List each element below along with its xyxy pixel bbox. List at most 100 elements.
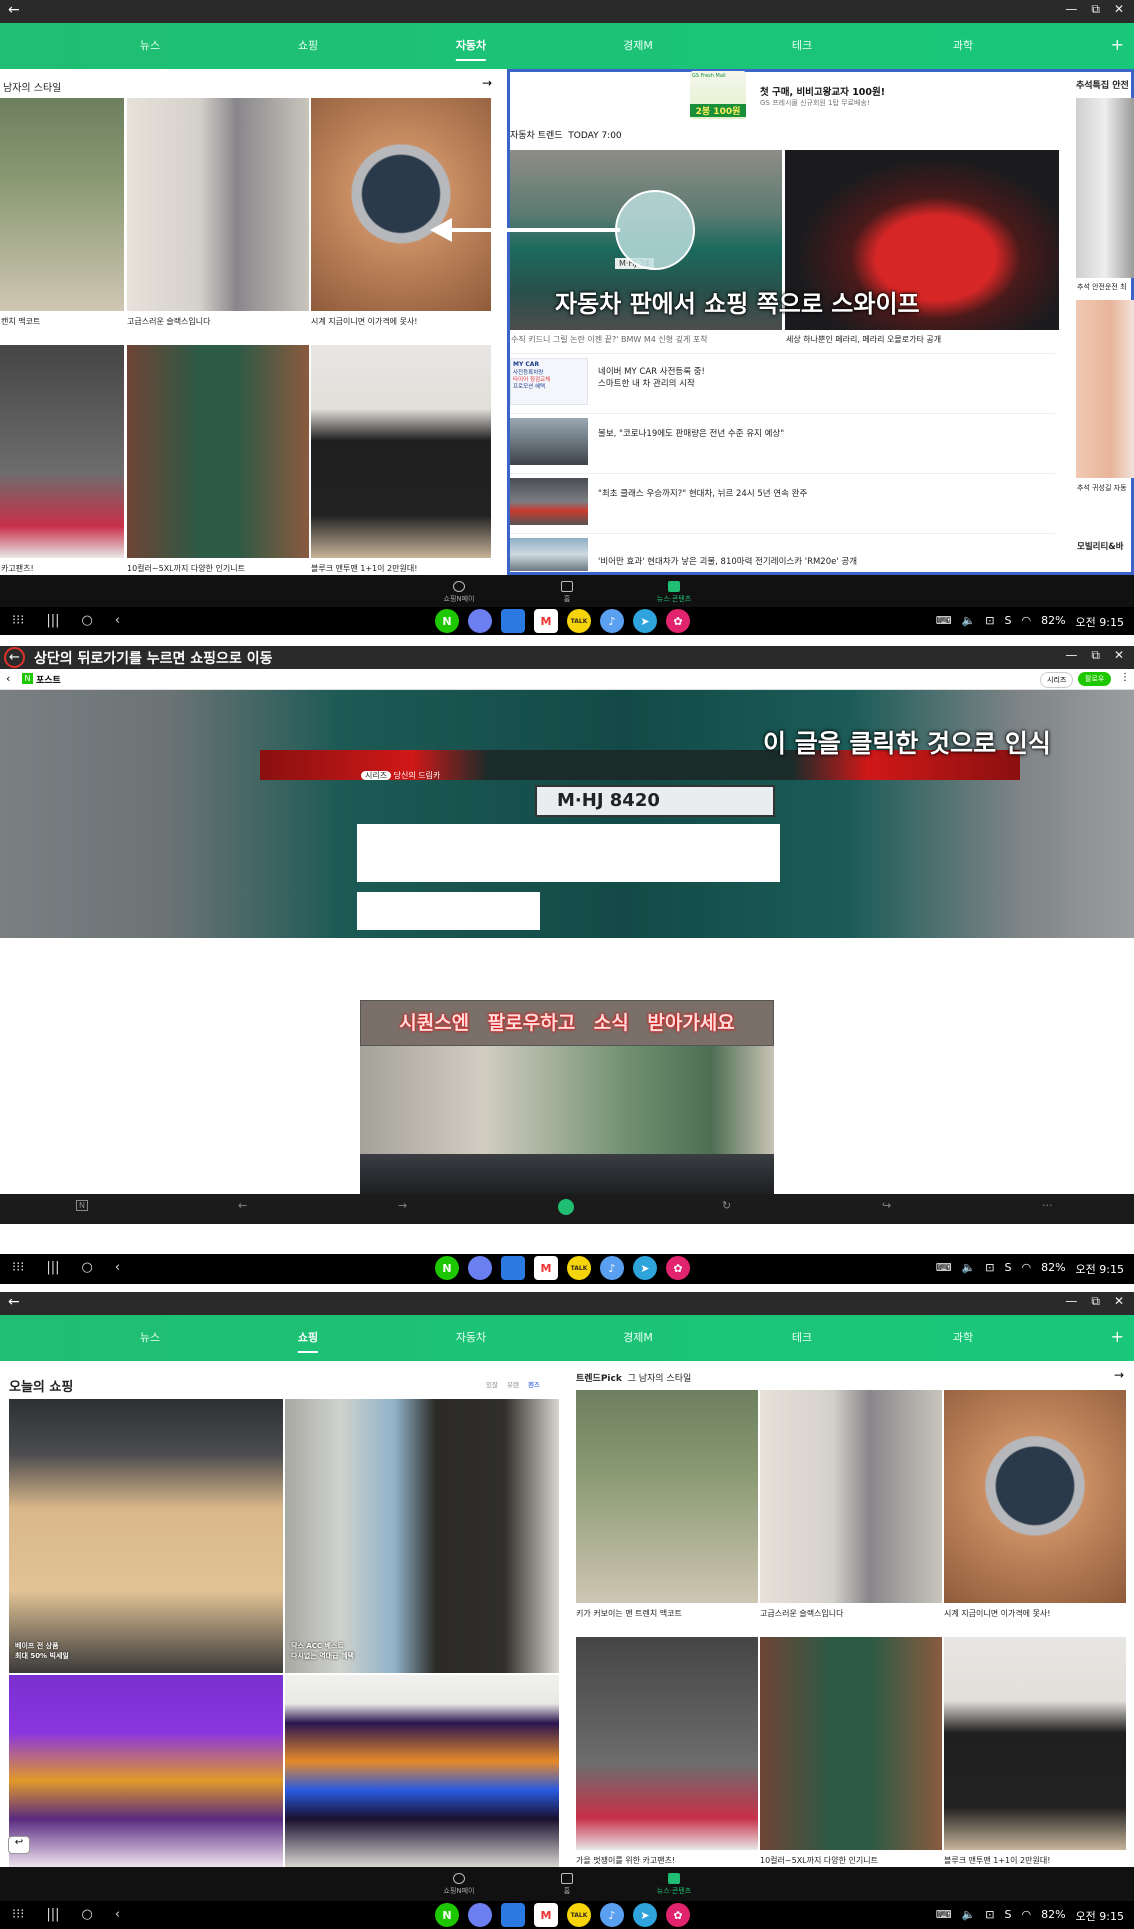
filter-tab[interactable]: 유텐 (507, 1379, 519, 1389)
gmail-app-icon[interactable]: M (534, 1256, 558, 1280)
back-icon[interactable]: ‹ (115, 613, 120, 628)
product-image[interactable] (944, 1637, 1126, 1850)
keyboard-icon[interactable]: ⌨ (936, 614, 952, 630)
post-image-street[interactable] (360, 1046, 774, 1194)
right-section[interactable]: 모빌리티&바 (1077, 540, 1133, 552)
music-app-icon[interactable]: ♪ (600, 1256, 624, 1280)
back-arrow-icon[interactable]: ← (8, 2, 20, 18)
apps-grid-icon[interactable]: ⁝⁝⁝ (12, 1907, 24, 1922)
product-caption[interactable]: 시계 지금이니면 이가격에 못사! (944, 1608, 1124, 1619)
gmail-app-icon[interactable]: M (534, 609, 558, 633)
outlook-app-icon[interactable] (501, 1256, 525, 1280)
lang-indicator[interactable]: S (1005, 614, 1012, 630)
minimize-icon[interactable]: — (1065, 2, 1077, 17)
telegram-app-icon[interactable]: ➤ (633, 1256, 657, 1280)
lang-indicator[interactable]: S (1005, 1908, 1012, 1924)
refresh-icon[interactable]: ↻ (722, 1199, 731, 1212)
product-image[interactable] (311, 345, 491, 558)
post-label[interactable]: 포스트 (36, 673, 61, 686)
product-image[interactable] (311, 98, 491, 311)
product-image[interactable] (760, 1637, 942, 1850)
screenshot-icon[interactable]: ⊡ (985, 1908, 994, 1924)
recents-icon[interactable]: ||| (46, 1907, 59, 1922)
filter-tab[interactable]: 있잖 (486, 1379, 498, 1389)
tab-tech[interactable]: 테크 (792, 23, 812, 69)
green-dot-icon[interactable] (558, 1199, 574, 1215)
refresh-float-icon[interactable]: ↩ (8, 1836, 30, 1854)
nav-shopping[interactable]: 쇼핑N페이 (429, 1873, 489, 1896)
product-image[interactable] (0, 98, 124, 311)
naver-app-icon[interactable]: N (435, 1903, 459, 1927)
chat-app-icon[interactable] (468, 1256, 492, 1280)
back-icon[interactable]: ‹ (115, 1260, 120, 1275)
recents-icon[interactable]: ||| (46, 613, 59, 628)
product-caption[interactable]: 카고팬츠! (1, 563, 121, 574)
tab-shopping[interactable]: 쇼핑 (297, 1315, 319, 1361)
keyboard-icon[interactable]: ⌨ (936, 1908, 952, 1924)
arrow-right-icon[interactable]: → (482, 76, 492, 90)
maximize-icon[interactable]: ⧉ (1091, 2, 1100, 17)
list-item[interactable]: "최초 클래스 우승까지?" 현대차, 뉘르 24시 5년 연속 완주 (510, 473, 1055, 528)
tab-science[interactable]: 과학 (953, 1315, 973, 1361)
product-caption[interactable]: 고급스러운 슬랙스입니다 (127, 316, 307, 327)
naver-n-icon[interactable]: N (76, 1200, 88, 1211)
home-icon[interactable]: ○ (82, 1907, 93, 1922)
gmail-app-icon[interactable]: M (534, 1903, 558, 1927)
product-image[interactable] (127, 345, 309, 558)
music-app-icon[interactable]: ♪ (600, 1903, 624, 1927)
nav-news-content[interactable]: 뉴스·콘텐츠 (644, 581, 704, 604)
right-image[interactable] (1076, 98, 1134, 278)
apps-grid-icon[interactable]: ⁝⁝⁝ (12, 1260, 24, 1275)
product-caption[interactable]: 키가 커보이는 맨 트렌치 맥코트 (576, 1608, 756, 1619)
naver-app-icon[interactable]: N (435, 609, 459, 633)
nav-shopping[interactable]: 쇼핑N페이 (429, 581, 489, 604)
tab-economy[interactable]: 경제M (623, 1315, 653, 1361)
product-image[interactable] (9, 1675, 283, 1867)
kakaotalk-app-icon[interactable]: TALK (567, 1903, 591, 1927)
product-caption[interactable]: 블루크 맨투맨 1+1이 2만원대! (311, 563, 491, 574)
follow-button[interactable]: 팔로우 (1078, 672, 1112, 686)
arrow-right-icon[interactable]: → (398, 1199, 407, 1212)
nav-home[interactable]: 홈 (537, 581, 597, 604)
telegram-app-icon[interactable]: ➤ (633, 1903, 657, 1927)
flower-app-icon[interactable]: ✿ (666, 609, 690, 633)
add-tab-icon[interactable]: + (1111, 35, 1124, 54)
chat-app-icon[interactable] (468, 609, 492, 633)
product-image[interactable] (576, 1637, 758, 1850)
product-image[interactable] (0, 345, 124, 558)
minimize-icon[interactable]: — (1065, 1294, 1077, 1309)
telegram-app-icon[interactable]: ➤ (633, 609, 657, 633)
chat-app-icon[interactable] (468, 1903, 492, 1927)
ad-title[interactable]: 첫 구매, 비비고왕교자 100원! (760, 84, 885, 98)
nav-home[interactable]: 홈 (537, 1873, 597, 1896)
car-caption[interactable]: 수직 키드니 그릴 논란 이젠 끝?' BMW M4 신형 깊게 포착 (511, 334, 781, 345)
close-icon[interactable]: ✕ (1114, 648, 1124, 663)
back-icon[interactable]: ‹ (115, 1907, 120, 1922)
product-image-tv[interactable] (285, 1675, 559, 1867)
back-chevron-icon[interactable]: ‹ (6, 672, 10, 685)
series-name[interactable]: 당신의 드림카 (394, 771, 441, 780)
series-button[interactable]: 시리즈 (1040, 672, 1074, 688)
music-app-icon[interactable]: ♪ (600, 609, 624, 633)
volume-icon[interactable]: 🔈 (962, 1261, 976, 1277)
more-icon[interactable]: ⋮ (1120, 672, 1130, 683)
product-image[interactable] (576, 1390, 758, 1603)
tab-car[interactable]: 자동차 (456, 1315, 486, 1361)
ad-image[interactable]: GS Fresh Mall 2봉 100원 (690, 71, 746, 119)
tab-tech[interactable]: 테크 (792, 1315, 812, 1361)
list-item[interactable]: '비어만 효과' 현대차가 낳은 괴물, 810마력 전기레이스카 'RM20e… (510, 533, 1055, 573)
product-image[interactable] (944, 1390, 1126, 1603)
product-caption[interactable]: 캔치 맥코트 (1, 316, 121, 327)
right-image[interactable] (1076, 300, 1134, 478)
recents-icon[interactable]: ||| (46, 1260, 59, 1275)
list-item[interactable]: 볼보, "코로나19에도 판매량은 전년 수준 유지 예상" (510, 413, 1055, 468)
outlook-app-icon[interactable] (501, 1903, 525, 1927)
minimize-icon[interactable]: — (1065, 648, 1077, 663)
share-icon[interactable]: ↪ (882, 1199, 891, 1212)
flower-app-icon[interactable]: ✿ (666, 1256, 690, 1280)
kakaotalk-app-icon[interactable]: TALK (567, 609, 591, 633)
product-image[interactable]: 닥스 ACC 베스트 다시없는 역대급 혜택 (285, 1399, 559, 1673)
close-icon[interactable]: ✕ (1114, 2, 1124, 17)
back-arrow-icon[interactable]: ← (4, 647, 25, 668)
close-icon[interactable]: ✕ (1114, 1294, 1124, 1309)
